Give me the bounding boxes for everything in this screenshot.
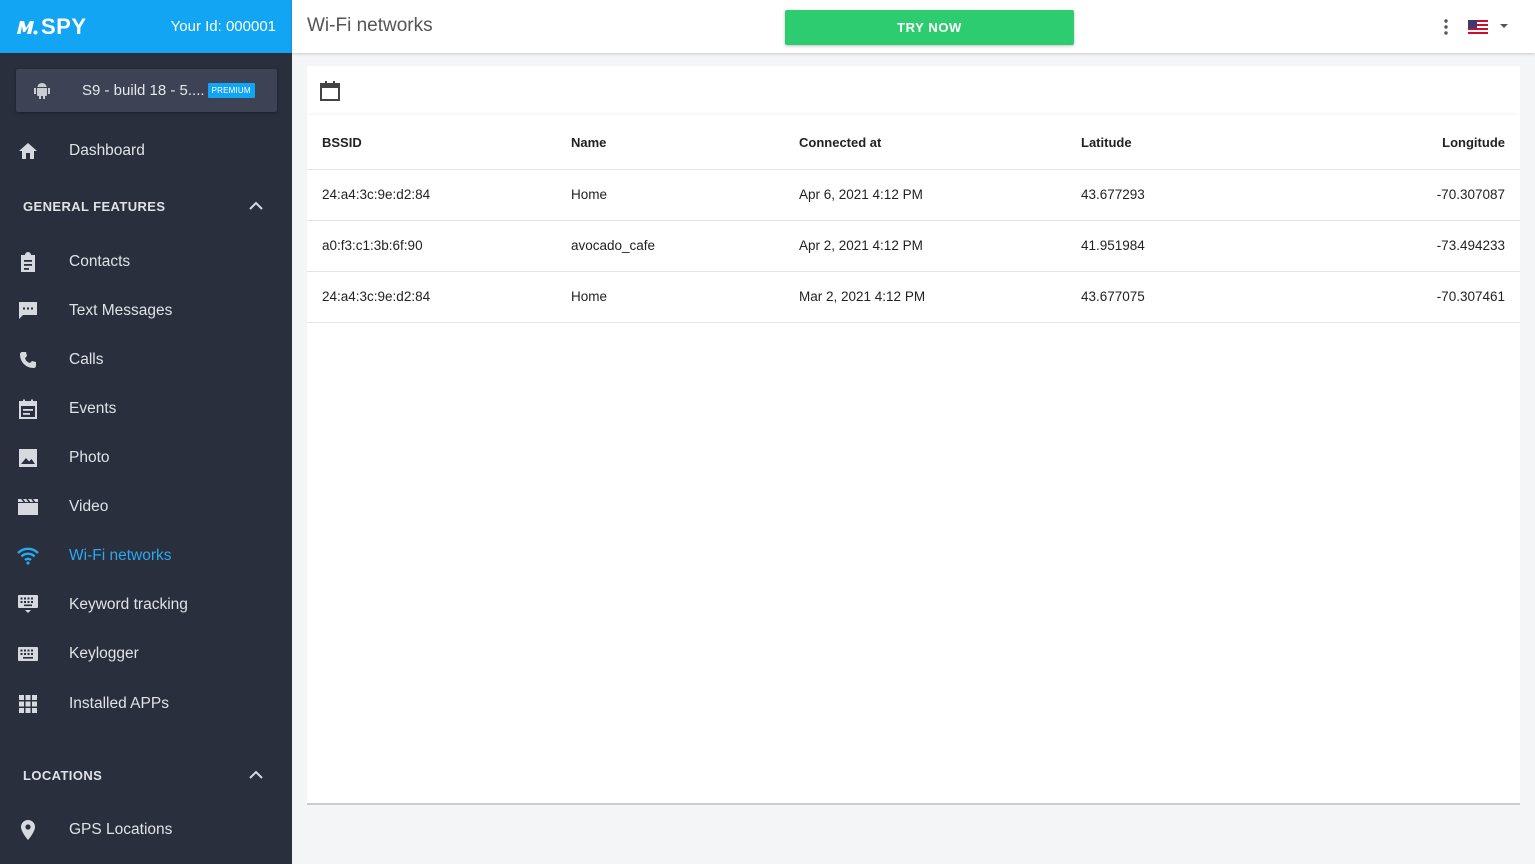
column-header-name[interactable]: Name bbox=[571, 135, 606, 150]
calendar-icon bbox=[17, 398, 39, 420]
sidebar-item-label: Dashboard bbox=[69, 142, 145, 159]
android-icon bbox=[34, 82, 50, 99]
keyboard-hide-icon bbox=[17, 594, 39, 616]
message-icon bbox=[17, 300, 39, 322]
page-title: Wi-Fi networks bbox=[307, 15, 433, 36]
wifi-icon bbox=[17, 545, 39, 567]
cell-name: avocado_cafe bbox=[571, 238, 656, 253]
map-pin-icon bbox=[17, 819, 39, 841]
cell-connected-at: Mar 2, 2021 4:12 PM bbox=[799, 289, 926, 304]
sidebar-item-contacts[interactable]: Contacts bbox=[0, 242, 292, 282]
caret-down-icon[interactable] bbox=[1499, 21, 1509, 31]
cell-bssid: 24:a4:3c:9e:d2:84 bbox=[322, 187, 431, 202]
sidebar-item-wifi-networks[interactable]: Wi-Fi networks bbox=[0, 536, 292, 576]
sidebar-item-label: Wi-Fi networks bbox=[69, 547, 172, 564]
cell-longitude: -73.494233 bbox=[1436, 238, 1505, 253]
sidebar-item-label: Calls bbox=[69, 351, 104, 368]
device-selector[interactable]: S9 - build 18 - 5.... PREMIUM bbox=[16, 69, 277, 112]
cell-bssid: 24:a4:3c:9e:d2:84 bbox=[322, 289, 431, 304]
calendar-icon[interactable] bbox=[319, 80, 341, 102]
brand-bar: SPY Your Id: 000001 bbox=[0, 0, 292, 53]
section-label: LOCATIONS bbox=[23, 767, 103, 783]
logo-text: SPY bbox=[41, 13, 87, 39]
cell-latitude: 41.951984 bbox=[1081, 238, 1145, 253]
sidebar-item-events[interactable]: Events bbox=[0, 389, 292, 429]
sidebar-item-label: Keyword tracking bbox=[69, 596, 188, 613]
wifi-table: BSSID Name Connected at Latitude Longitu… bbox=[307, 115, 1520, 323]
apps-grid-icon bbox=[17, 693, 39, 715]
sidebar-item-dashboard[interactable]: Dashboard bbox=[0, 131, 292, 171]
sidebar-item-keylogger[interactable]: Keylogger bbox=[0, 634, 292, 674]
try-now-button[interactable]: TRY NOW bbox=[785, 10, 1074, 45]
cell-latitude: 43.677293 bbox=[1081, 187, 1145, 202]
wifi-networks-panel: BSSID Name Connected at Latitude Longitu… bbox=[307, 66, 1520, 805]
sidebar-item-label: Contacts bbox=[69, 253, 131, 270]
sidebar-item-label: Installed APPs bbox=[69, 695, 169, 712]
cell-connected-at: Apr 6, 2021 4:12 PM bbox=[799, 187, 923, 202]
sidebar-item-calls[interactable]: Calls bbox=[0, 340, 292, 380]
cell-name: Home bbox=[571, 289, 608, 304]
cell-longitude: -70.307087 bbox=[1436, 187, 1505, 202]
table-row[interactable]: 24:a4:3c:9e:d2:84 Home Mar 2, 2021 4:12 … bbox=[307, 272, 1520, 323]
premium-badge: PREMIUM bbox=[207, 83, 255, 98]
film-icon bbox=[17, 496, 39, 518]
column-header-latitude[interactable]: Latitude bbox=[1081, 135, 1132, 150]
sidebar-item-installed-apps[interactable]: Installed APPs bbox=[0, 684, 292, 724]
logo-mark-icon bbox=[17, 20, 38, 34]
home-icon bbox=[17, 140, 39, 162]
sidebar-item-label: Events bbox=[69, 400, 117, 417]
sidebar-item-video[interactable]: Video bbox=[0, 487, 292, 527]
clipboard-icon bbox=[17, 251, 39, 273]
us-flag-icon[interactable] bbox=[1468, 20, 1488, 34]
column-header-connected-at[interactable]: Connected at bbox=[799, 135, 881, 150]
sidebar-item-gps-locations[interactable]: GPS Locations bbox=[0, 810, 292, 850]
table-row[interactable]: 24:a4:3c:9e:d2:84 Home Apr 6, 2021 4:12 … bbox=[307, 170, 1520, 221]
device-name: S9 - build 18 - 5.... bbox=[82, 82, 205, 99]
keyboard-icon bbox=[17, 643, 39, 665]
logo[interactable]: SPY bbox=[16, 14, 87, 40]
cell-name: Home bbox=[571, 187, 608, 202]
cell-latitude: 43.677075 bbox=[1081, 289, 1145, 304]
section-label: GENERAL FEATURES bbox=[23, 198, 166, 214]
image-icon bbox=[17, 447, 39, 469]
sidebar-item-label: Keylogger bbox=[69, 645, 139, 662]
column-header-bssid[interactable]: BSSID bbox=[322, 135, 362, 150]
table-header: BSSID Name Connected at Latitude Longitu… bbox=[307, 115, 1520, 170]
chevron-up-icon bbox=[249, 201, 263, 210]
user-id: Your Id: 000001 bbox=[170, 18, 276, 35]
phone-icon bbox=[17, 349, 39, 371]
sidebar-item-label: Text Messages bbox=[69, 302, 173, 319]
section-general-features[interactable]: GENERAL FEATURES bbox=[0, 186, 292, 226]
sidebar-item-label: GPS Locations bbox=[69, 821, 173, 838]
sidebar-item-photo[interactable]: Photo bbox=[0, 438, 292, 478]
more-vertical-icon[interactable] bbox=[1440, 17, 1452, 37]
cell-bssid: a0:f3:c1:3b:6f:90 bbox=[322, 238, 423, 253]
sidebar-item-label: Photo bbox=[69, 449, 110, 466]
cell-connected-at: Apr 2, 2021 4:12 PM bbox=[799, 238, 923, 253]
top-bar: Wi-Fi networks TRY NOW bbox=[292, 0, 1535, 53]
section-locations[interactable]: LOCATIONS bbox=[0, 755, 292, 795]
column-header-longitude[interactable]: Longitude bbox=[1442, 135, 1505, 150]
table-row[interactable]: a0:f3:c1:3b:6f:90 avocado_cafe Apr 2, 20… bbox=[307, 221, 1520, 272]
sidebar: SPY Your Id: 000001 S9 - build 18 - 5...… bbox=[0, 0, 292, 864]
chevron-up-icon bbox=[249, 770, 263, 779]
cell-longitude: -70.307461 bbox=[1436, 289, 1505, 304]
sidebar-item-keyword-tracking[interactable]: Keyword tracking bbox=[0, 585, 292, 625]
sidebar-item-label: Video bbox=[69, 498, 109, 515]
sidebar-item-text-messages[interactable]: Text Messages bbox=[0, 291, 292, 331]
